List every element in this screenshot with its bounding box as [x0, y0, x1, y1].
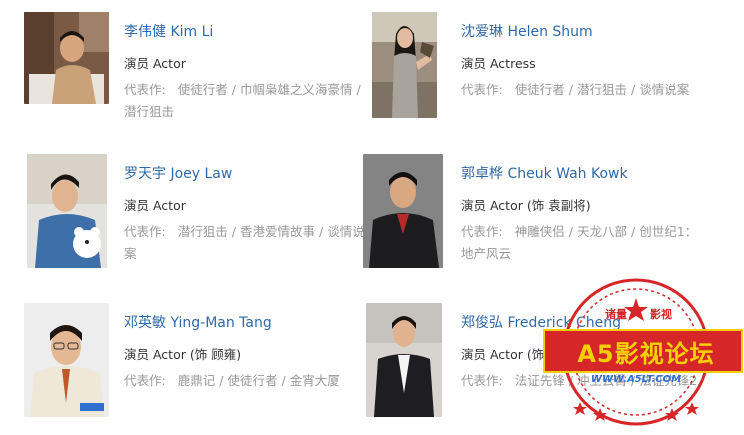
work-separator: / — [281, 373, 286, 388]
work-separator: / — [231, 82, 236, 97]
watermark-stamp: 诸量 影视 A5影视论坛 WWW.A5LT.COM — [540, 270, 744, 430]
work-link[interactable]: 使徒行者 — [178, 82, 228, 97]
work-link[interactable]: 潜行狙击 — [124, 104, 174, 119]
work-separator: / — [219, 373, 224, 388]
works-label: 代表作: — [124, 82, 166, 97]
work-link[interactable]: 香港爱情故事 — [240, 224, 315, 239]
watermark-title: A5影视论坛 — [577, 340, 715, 368]
actor-photo-cheuk-wah-kowk[interactable] — [363, 154, 443, 268]
actor-photo-kim-li[interactable] — [24, 12, 109, 104]
actor-name-link[interactable]: 邓英敏 Ying-Man Tang — [124, 312, 272, 332]
work-separator: / — [231, 224, 236, 239]
actor-name-link[interactable]: 沈爱琳 Helen Shum — [461, 21, 593, 41]
actor-photo-frederick-cheng[interactable] — [366, 303, 442, 417]
works-label: 代表作: — [461, 82, 503, 97]
works-label: 代表作: — [461, 373, 503, 388]
works-label: 代表作: — [124, 224, 166, 239]
actor-photo-ying-man-tang[interactable] — [24, 303, 109, 417]
watermark-top-left: 诸量 — [605, 308, 627, 321]
work-separator: / — [318, 224, 324, 239]
work-link[interactable]: 金宵大厦 — [290, 373, 340, 388]
watermark-url: WWW.A5LT.COM — [590, 374, 682, 385]
actor-works: 代表作: 使徒行者 / 潜行狙击 / 谈情说案 — [461, 79, 709, 101]
actor-works: 代表作: 鹿鼎记 / 使徒行者 / 金宵大厦 — [124, 370, 372, 392]
actor-card-ying-man-tang: 邓英敏 Ying-Man Tang 演员 Actor (饰 顾雍) 代表作: 鹿鼎… — [24, 303, 364, 433]
work-link[interactable]: 天龙八部 — [577, 224, 627, 239]
actor-card-cheuk-wah-kowk: 郭卓桦 Cheuk Wah Kowk 演员 Actor (饰 袁副将) 代表作:… — [361, 154, 701, 284]
actor-card-helen-shum: 沈爱琳 Helen Shum 演员 Actress 代表作: 使徒行者 / 潜行狙击 /… — [361, 12, 701, 142]
work-link[interactable]: 潜行狙击 — [577, 82, 627, 97]
actor-works: 代表作: 使徒行者 / 巾帼枭雄之义海豪情/潜行狙击 — [124, 79, 372, 123]
actor-photo-helen-shum[interactable] — [372, 12, 437, 118]
actor-works: 代表作: 潜行狙击 / 香港爱情故事 / 谈情说案 — [124, 221, 372, 265]
work-separator: / — [630, 82, 636, 97]
work-link[interactable]: 神雕侠侣 — [515, 224, 565, 239]
work-link[interactable]: 巾帼枭雄之义海豪情 — [240, 82, 353, 97]
actor-works: 代表作: 神雕侠侣 / 天龙八部 / 创世纪1：地产风云 — [461, 221, 709, 265]
watermark-top-right: 影视 — [650, 308, 672, 321]
work-link[interactable]: 使徒行者 — [515, 82, 565, 97]
work-link[interactable]: 鹿鼎记 — [178, 373, 216, 388]
actor-role: 演员 Actor (饰 袁副将) — [461, 198, 591, 213]
actor-card-joey-law: 罗天宇 Joey Law 演员 Actor 代表作: 潜行狙击 / 香港爱情故事 / 谈情… — [24, 154, 365, 284]
actor-role: 演员 Actor — [124, 56, 186, 71]
actor-role: 演员 Actress — [461, 56, 536, 71]
work-link[interactable]: 谈情说案 — [639, 82, 689, 97]
actor-name-link[interactable]: 罗天宇 Joey Law — [124, 163, 232, 183]
actor-role: 演员 Actor (饰 顾雍) — [124, 347, 242, 362]
actor-name-link[interactable]: 郭卓桦 Cheuk Wah Kowk — [461, 163, 628, 183]
work-separator: / — [568, 224, 573, 239]
actor-photo-joey-law[interactable] — [27, 154, 107, 268]
actor-role: 演员 Actor — [124, 198, 186, 213]
works-label: 代表作: — [461, 224, 503, 239]
work-link[interactable]: 潜行狙击 — [178, 224, 228, 239]
actor-card-kim-li: 李伟健 Kim Li 演员 Actor 代表作: 使徒行者 / 巾帼枭雄之义海豪情/潜… — [24, 12, 364, 142]
actor-name-link[interactable]: 李伟健 Kim Li — [124, 21, 213, 41]
work-separator: / — [568, 82, 573, 97]
work-link[interactable]: 使徒行者 — [227, 373, 277, 388]
works-label: 代表作: — [124, 373, 166, 388]
work-separator: / — [630, 224, 636, 239]
